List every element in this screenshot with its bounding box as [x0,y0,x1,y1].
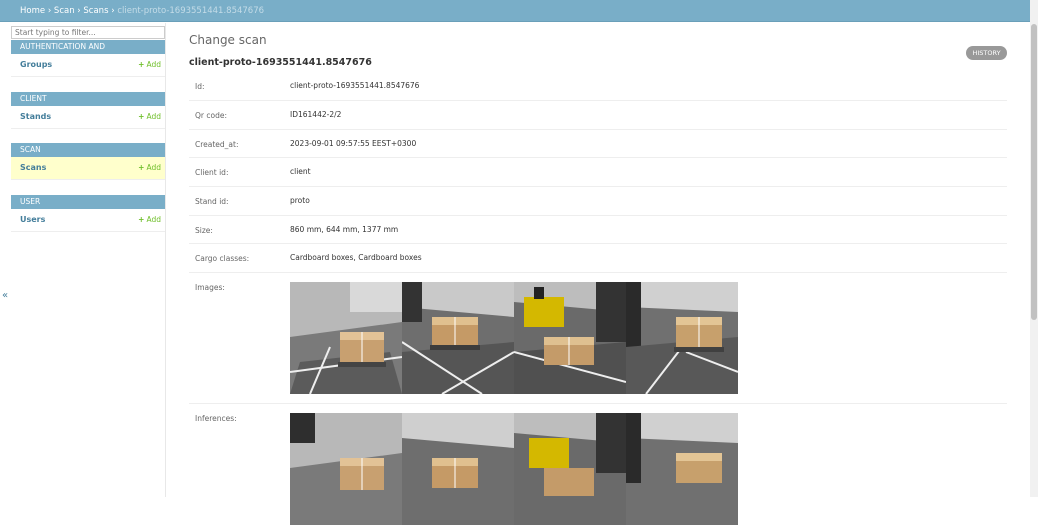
images-strip [290,282,738,394]
field-row-cargo-classes: Cargo classes: Cardboard boxes, Cardboar… [189,244,1007,273]
field-row-client-id: Client id: client [189,158,1007,187]
field-value: 860 mm, 644 mm, 1377 mm [290,225,399,234]
scan-image[interactable] [402,282,514,394]
add-stand-button[interactable]: + Add [138,106,161,128]
groups-link[interactable]: Groups [20,54,52,76]
field-label: Inferences: [195,414,237,423]
add-user-button[interactable]: + Add [138,209,161,231]
add-label: Add [146,163,161,172]
add-label: Add [146,112,161,121]
inference-image[interactable] [514,413,626,525]
page-title: Change scan [189,33,267,47]
field-label: Client id: [195,168,229,177]
history-button[interactable]: HISTORY [966,46,1007,60]
field-label: Qr code: [195,111,227,120]
sidebar-item-stands: Stands + Add [11,106,165,129]
field-value: client-proto-1693551441.8547676 [290,81,420,90]
scans-link[interactable]: Scans [20,157,46,179]
field-row-inferences: Inferences: [189,404,1007,525]
stands-link[interactable]: Stands [20,106,51,128]
scan-image[interactable] [514,282,626,394]
vertical-scrollbar[interactable] [1030,0,1038,497]
field-label: Images: [195,283,225,292]
plus-icon: + [138,60,145,69]
breadcrumb-current: client-proto-1693551441.8547676 [117,6,265,16]
field-label: Stand id: [195,197,229,206]
breadcrumb-separator: › [77,6,81,16]
module-caption-scan[interactable]: SCAN [11,143,165,157]
breadcrumb-separator: › [47,6,52,16]
sidebar-item-groups: Groups + Add [11,54,165,77]
field-row-images: Images: [189,273,1007,404]
field-row-size: Size: 860 mm, 644 mm, 1377 mm [189,216,1007,244]
module-caption-auth[interactable]: AUTHENTICATION AND AUTHORIZATION [11,40,165,65]
field-label: Size: [195,226,213,235]
inferences-strip [290,413,738,525]
add-group-button[interactable]: + Add [138,54,161,76]
plus-icon: + [138,215,145,224]
module-caption-user[interactable]: USER [11,195,165,209]
field-value: ID161442-2/2 [290,110,342,119]
field-row-stand-id: Stand id: proto [189,187,1007,216]
field-label: Created_at: [195,140,239,149]
field-value: 2023-09-01 09:57:55 EEST+0300 [290,139,417,148]
add-scan-button[interactable]: + Add [138,157,161,179]
add-label: Add [146,215,161,224]
breadcrumb-home[interactable]: Home [20,6,45,16]
collapse-sidebar-icon[interactable]: « [2,290,8,301]
field-label: Cargo classes: [195,254,250,263]
scan-image[interactable] [290,282,402,394]
scan-image[interactable] [626,282,738,394]
sidebar: Start typing to filter... AUTHENTICATION… [0,23,166,497]
field-value: Cardboard boxes, Cardboard boxes [290,253,422,262]
field-label: Id: [195,82,205,91]
inference-image[interactable] [290,413,402,525]
inference-image[interactable] [402,413,514,525]
field-value: client [290,167,311,176]
breadcrumb: Home › Scan › Scans › client-proto-16935… [0,0,1030,22]
sidebar-filter-input[interactable]: Start typing to filter... [11,26,165,39]
sidebar-item-scans: Scans + Add [11,157,165,180]
field-value: proto [290,196,310,205]
field-row-created-at: Created_at: 2023-09-01 09:57:55 EEST+030… [189,130,1007,158]
sidebar-item-users: Users + Add [11,209,165,232]
users-link[interactable]: Users [20,209,45,231]
breadcrumb-model[interactable]: Scans [83,6,108,16]
field-row-id: Id: client-proto-1693551441.8547676 [189,72,1007,101]
add-label: Add [146,60,161,69]
plus-icon: + [138,112,145,121]
inference-image[interactable] [626,413,738,525]
module-caption-client[interactable]: CLIENT [11,92,165,106]
breadcrumb-app[interactable]: Scan [54,6,75,16]
scrollbar-thumb[interactable] [1031,24,1037,320]
object-title: client-proto-1693551441.8547676 [189,57,372,68]
plus-icon: + [138,163,145,172]
field-row-qr-code: Qr code: ID161442-2/2 [189,101,1007,130]
breadcrumb-separator: › [111,6,115,16]
